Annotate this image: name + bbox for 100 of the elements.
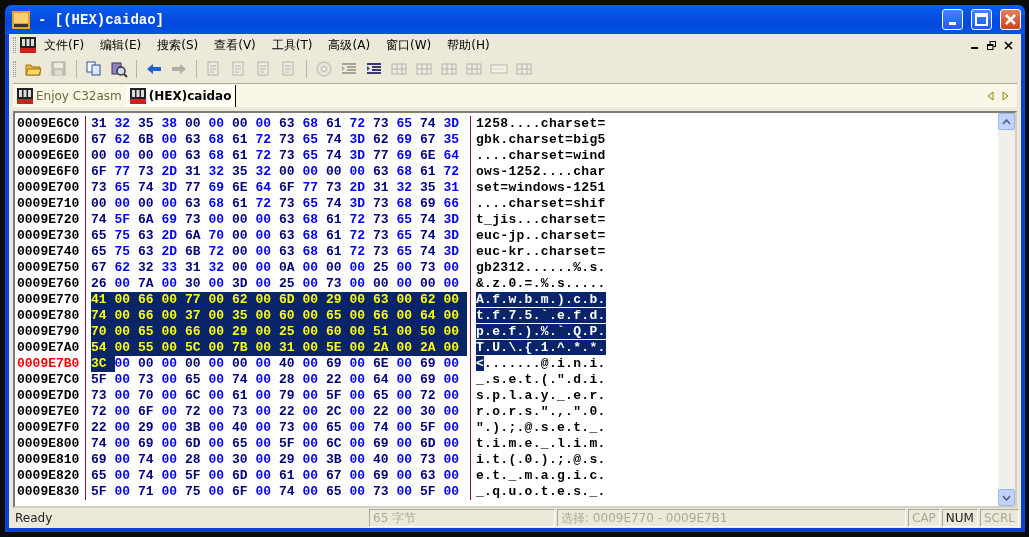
menu-item[interactable]: 文件(F) xyxy=(36,35,93,55)
menu-item[interactable]: 窗口(W) xyxy=(378,35,440,55)
hex-byte: 69 xyxy=(161,212,179,228)
address-cell-text: 0009E800 xyxy=(16,436,81,452)
ascii-text: e.t._.m.a.g.i.c. xyxy=(476,468,606,484)
hex-byte: 00 xyxy=(161,388,179,404)
hex-byte: 74 xyxy=(138,468,155,484)
hex-byte: 6E xyxy=(373,356,390,372)
hex-byte: 00 xyxy=(443,484,461,500)
hex-byte: 6E xyxy=(232,180,249,196)
hex-byte: 65 xyxy=(326,420,343,436)
hex-byte: 72 xyxy=(349,116,367,132)
hex-byte: 00 xyxy=(443,420,461,436)
hex-byte: 69 xyxy=(420,356,437,372)
hex-byte: 6F xyxy=(91,164,108,180)
hex-byte: 32 xyxy=(208,164,226,180)
minimize-button[interactable] xyxy=(942,9,963,30)
hex-byte: 3D xyxy=(161,180,179,196)
hex-byte: 00 xyxy=(302,340,326,356)
hex-byte: 00 xyxy=(443,404,461,420)
tab[interactable]: (HEX)caidao xyxy=(125,84,237,107)
hex-byte: 64 xyxy=(443,148,461,164)
hex-byte: 74 xyxy=(138,180,155,196)
status-indicator: NUM xyxy=(941,509,978,527)
hex-byte: 00 xyxy=(396,372,414,388)
hex-byte: 33 xyxy=(161,260,179,276)
address-cell-text: 0009E700 xyxy=(16,180,81,196)
hex-byte: 00 xyxy=(114,436,132,452)
hex-byte: 00 xyxy=(114,452,132,468)
address-cell-text: 0009E6D0 xyxy=(16,132,81,148)
hex-byte: 00 xyxy=(185,356,202,372)
hex-byte: 00 xyxy=(302,372,320,388)
hex-byte: 51 xyxy=(373,324,397,340)
menu-item[interactable]: 编辑(E) xyxy=(92,35,150,55)
scroll-left-icon[interactable] xyxy=(987,90,994,101)
hex-byte: 00 xyxy=(114,340,138,356)
tab[interactable]: Enjoy C32asm xyxy=(13,84,126,107)
hex-byte: 00 xyxy=(208,212,226,228)
hex-byte: 00 xyxy=(138,196,155,212)
hex-byte: 00 xyxy=(208,340,232,356)
hex-byte: 00 xyxy=(443,340,467,356)
hex-byte: 70 xyxy=(91,324,115,340)
hex-byte: 67 xyxy=(326,468,343,484)
hex-byte: 00 xyxy=(349,164,367,180)
menu-item[interactable]: 高级(A) xyxy=(320,35,379,55)
hex-byte: 30 xyxy=(185,276,202,292)
hex-byte: 00 xyxy=(232,356,249,372)
hex-byte: 00 xyxy=(161,292,185,308)
hex-byte: 69 xyxy=(373,468,390,484)
hex-byte: 3D xyxy=(443,228,461,244)
hex-byte: 5C xyxy=(185,340,209,356)
menu-item[interactable]: 搜索(S) xyxy=(149,35,207,55)
hex-byte: 74 xyxy=(91,308,115,324)
hex-byte: 5F xyxy=(91,484,108,500)
menu-item[interactable]: 查看(V) xyxy=(206,35,264,55)
hex-byte: 00 xyxy=(373,276,390,292)
hex-byte: 68 xyxy=(396,196,414,212)
hex-byte: 00 xyxy=(255,452,273,468)
hex-byte: 00 xyxy=(114,484,132,500)
hex-byte: 7B xyxy=(232,340,256,356)
hex-byte: 35 xyxy=(232,308,256,324)
hex-byte: 29 xyxy=(326,292,350,308)
hex-byte: 32 xyxy=(255,164,273,180)
hex-byte: 00 xyxy=(255,228,273,244)
hex-byte: 72 xyxy=(349,228,367,244)
hex-byte: 68 xyxy=(208,132,226,148)
hex-byte: 00 xyxy=(232,116,249,132)
hex-byte: 73 xyxy=(185,212,202,228)
hex-byte: 63 xyxy=(185,148,202,164)
hex-byte: 31 xyxy=(373,180,390,196)
restore-icon[interactable] xyxy=(987,40,996,50)
scroll-right-icon[interactable] xyxy=(1002,90,1009,101)
hex-byte: 62 xyxy=(114,260,132,276)
ascii-text: _.q.u.o.t.e.s._. xyxy=(476,484,606,500)
hex-byte: 29 xyxy=(279,452,296,468)
hex-byte: 74 xyxy=(420,228,437,244)
hex-byte: 66 xyxy=(373,308,397,324)
menu-item[interactable]: 帮助(H) xyxy=(439,35,498,55)
hex-byte: 3D xyxy=(349,132,367,148)
hex-byte: 00 xyxy=(396,468,414,484)
copy-icon[interactable] xyxy=(85,59,103,78)
menu-item[interactable]: 工具(T) xyxy=(263,35,321,55)
hex-byte: 00 xyxy=(255,244,273,260)
hex-byte: 73 xyxy=(373,484,390,500)
hex-byte: 00 xyxy=(232,228,249,244)
hex-byte: 68 xyxy=(302,228,320,244)
hex-byte: 00 xyxy=(302,420,320,436)
scroll-up-button[interactable] xyxy=(998,113,1015,130)
hex-byte: 00 xyxy=(208,324,232,340)
scroll-down-button[interactable] xyxy=(998,489,1015,506)
hex-byte: 00 xyxy=(114,468,132,484)
hex-byte: 73 xyxy=(279,148,296,164)
hex-byte: 29 xyxy=(138,420,155,436)
hex-byte: 00 xyxy=(161,484,179,500)
hex-byte: 66 xyxy=(443,196,461,212)
close-icon[interactable] xyxy=(1004,40,1013,50)
hex-byte: 00 xyxy=(302,436,320,452)
binoculars-icon[interactable] xyxy=(110,59,128,78)
hex-byte: 61 xyxy=(232,196,249,212)
hex-byte: 65 xyxy=(396,212,414,228)
